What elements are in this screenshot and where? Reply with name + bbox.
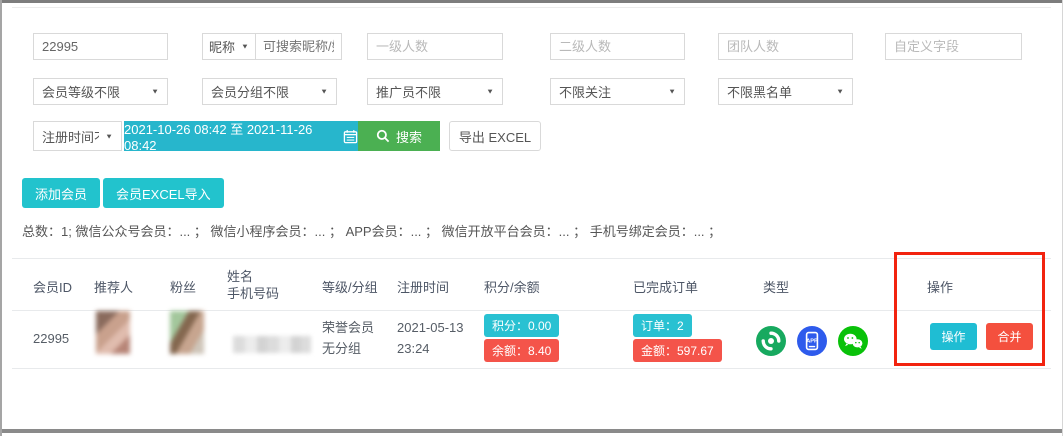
nickname-search-group: 昵称 ▼ — [202, 33, 342, 60]
svg-text:APP: APP — [806, 339, 818, 345]
export-excel-button[interactable]: 导出 EXCEL — [449, 121, 541, 151]
member-level-label: 会员等级不限 — [42, 82, 145, 101]
nickname-field-select[interactable]: 昵称 ▼ — [202, 33, 256, 60]
reg-time-value: 23:24 — [397, 338, 464, 359]
import-excel-button[interactable]: 会员EXCEL导入 — [103, 178, 224, 208]
col-header-type: 类型 — [763, 277, 789, 296]
member-level-value: 荣誉会员 — [322, 317, 374, 338]
col-header-name-phone: 姓名 手机号码 — [227, 268, 279, 302]
fan-avatar — [170, 311, 204, 354]
follow-filter-label: 不限关注 — [559, 82, 662, 101]
level1-count-input[interactable] — [367, 33, 503, 60]
register-time-select[interactable]: 注册时间不限 ▼ — [33, 121, 122, 151]
reg-date-value: 2021-05-13 — [397, 317, 464, 338]
follow-filter-select[interactable]: 不限关注 ▼ — [550, 78, 685, 105]
referrer-avatar — [96, 311, 130, 354]
row-merge-button[interactable]: 合并 — [986, 323, 1033, 350]
blacklist-filter-label: 不限黑名单 — [727, 82, 830, 101]
window-bottom-edge — [0, 429, 1063, 433]
col-header-orders: 已完成订单 — [633, 277, 698, 296]
custom-field-input[interactable] — [885, 33, 1022, 60]
points-badge: 积分：0.00 — [484, 314, 559, 337]
member-count-summary: 总数：1; 微信公众号会员：... ； 微信小程序会员：... ； APP会员：… — [22, 221, 721, 240]
col-header-fans: 粉丝 — [170, 277, 196, 296]
phone-number-blurred — [233, 336, 311, 353]
team-count-input[interactable] — [718, 33, 853, 60]
col-header-member-id: 会员ID — [33, 277, 72, 296]
chevron-down-icon: ▼ — [668, 88, 676, 96]
col-header-phone: 手机号码 — [227, 285, 279, 302]
balance-badge: 余额：8.40 — [484, 339, 559, 362]
member-admin-panel: 昵称 ▼ 会员等级不限 ▼ 会员分组不限 ▼ 推广员不限 ▼ 不限关注 ▼ 不限… — [0, 0, 1063, 436]
promoter-label: 推广员不限 — [376, 82, 480, 101]
date-range-picker[interactable]: 2021-10-26 08:42 至 2021-11-26 08:42 — [124, 121, 358, 151]
chevron-down-icon: ▼ — [836, 88, 844, 96]
wechat-icon — [838, 326, 868, 356]
search-button[interactable]: 搜索 — [358, 121, 440, 151]
chevron-down-icon: ▼ — [320, 88, 328, 96]
blacklist-filter-select[interactable]: 不限黑名单 ▼ — [718, 78, 853, 105]
member-level-select[interactable]: 会员等级不限 ▼ — [33, 78, 168, 105]
promoter-select[interactable]: 推广员不限 ▼ — [367, 78, 503, 105]
member-group-value: 无分组 — [322, 338, 374, 359]
add-member-button[interactable]: 添加会员 — [22, 178, 100, 208]
cell-level-group: 荣誉会员 无分组 — [322, 317, 374, 359]
search-button-label: 搜索 — [396, 127, 422, 146]
chevron-down-icon: ▼ — [241, 43, 249, 51]
member-id-input[interactable] — [33, 33, 168, 60]
table-header-border — [12, 310, 1051, 311]
export-excel-label: 导出 EXCEL — [459, 127, 531, 146]
member-group-select[interactable]: 会员分组不限 ▼ — [202, 78, 337, 105]
member-type-icons: APP — [756, 326, 868, 356]
chevron-down-icon: ▼ — [105, 132, 113, 140]
col-header-reg-time: 注册时间 — [397, 277, 449, 296]
wechat-open-platform-icon — [756, 326, 786, 356]
window-top-edge — [0, 0, 1063, 3]
col-header-points-balance: 积分/余额 — [484, 277, 540, 296]
search-icon — [376, 129, 390, 143]
chevron-down-icon: ▼ — [151, 88, 159, 96]
app-icon: APP — [797, 326, 827, 356]
add-member-label: 添加会员 — [35, 184, 87, 203]
col-header-referrer: 推荐人 — [94, 277, 133, 296]
orders-badge: 订单：2 — [633, 314, 692, 337]
import-excel-label: 会员EXCEL导入 — [116, 184, 211, 203]
member-group-label: 会员分组不限 — [211, 82, 314, 101]
calendar-icon — [343, 129, 358, 144]
amount-badge: 金额：597.67 — [633, 339, 722, 362]
level2-count-input[interactable] — [550, 33, 685, 60]
col-header-actions: 操作 — [927, 277, 953, 296]
cell-reg-time: 2021-05-13 23:24 — [397, 317, 464, 359]
table-top-border — [12, 258, 1051, 259]
register-time-label: 注册时间不限 — [42, 127, 99, 146]
table-row-border — [12, 368, 1051, 369]
col-header-level-group: 等级/分组 — [322, 277, 378, 296]
date-range-text: 2021-10-26 08:42 至 2021-11-26 08:42 — [124, 119, 336, 153]
chevron-down-icon: ▼ — [486, 88, 494, 96]
nickname-field-label: 昵称 — [209, 37, 235, 56]
col-header-name: 姓名 — [227, 268, 279, 285]
panel-top-divider — [12, 7, 1051, 8]
window-left-edge — [0, 0, 2, 436]
nickname-search-input[interactable] — [256, 33, 342, 60]
row-action-button[interactable]: 操作 — [930, 323, 977, 350]
cell-member-id: 22995 — [33, 331, 69, 346]
